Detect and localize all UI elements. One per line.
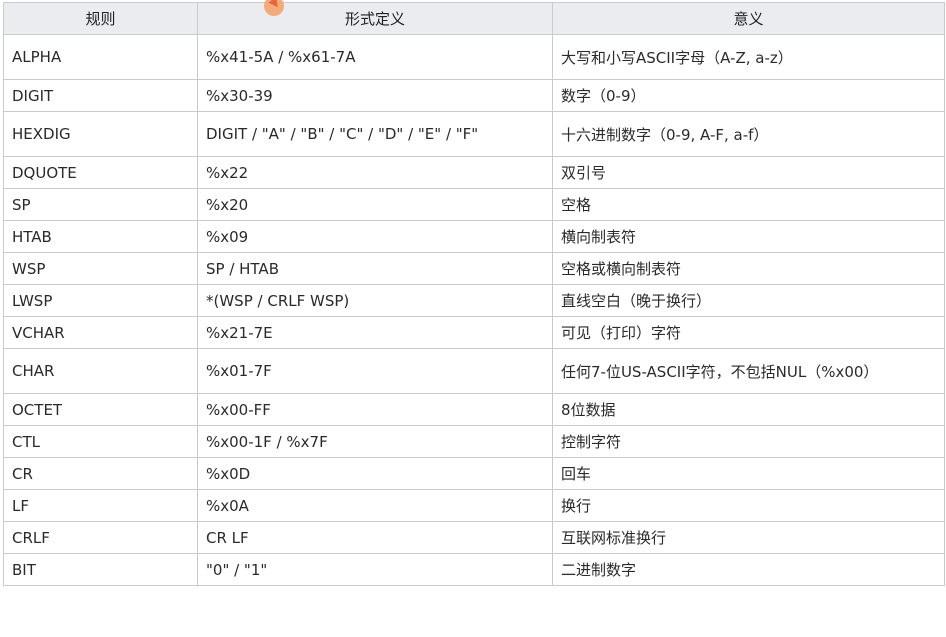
rule-cell: DQUOTE bbox=[3, 156, 198, 189]
table-row: SP %x20 空格 bbox=[3, 188, 945, 221]
definition-cell: %x0D bbox=[197, 457, 553, 490]
table-row: ALPHA %x41-5A / %x61-7A 大写和小写ASCII字母（A-Z… bbox=[3, 34, 945, 80]
definition-cell: %x00-FF bbox=[197, 393, 553, 426]
meaning-cell: 8位数据 bbox=[552, 393, 945, 426]
definition-cell: %x41-5A / %x61-7A bbox=[197, 34, 553, 80]
meaning-cell: 大写和小写ASCII字母（A-Z, a-z） bbox=[552, 34, 945, 80]
header-meaning: 意义 bbox=[552, 2, 945, 35]
meaning-cell: 横向制表符 bbox=[552, 220, 945, 253]
rule-cell: CTL bbox=[3, 425, 198, 458]
table-row: HTAB %x09 横向制表符 bbox=[3, 220, 945, 253]
definition-cell: DIGIT / "A" / "B" / "C" / "D" / "E" / "F… bbox=[197, 111, 553, 157]
meaning-cell: 任何7-位US-ASCII字符，不包括NUL（%x00） bbox=[552, 348, 945, 394]
definition-cell: CR LF bbox=[197, 521, 553, 554]
rule-cell: LWSP bbox=[3, 284, 198, 317]
rule-cell: BIT bbox=[3, 553, 198, 586]
table-row: VCHAR %x21-7E 可见（打印）字符 bbox=[3, 316, 945, 349]
definition-cell: %x00-1F / %x7F bbox=[197, 425, 553, 458]
table-row: WSP SP / HTAB 空格或横向制表符 bbox=[3, 252, 945, 285]
meaning-cell: 二进制数字 bbox=[552, 553, 945, 586]
rule-cell: SP bbox=[3, 188, 198, 221]
rule-cell: CHAR bbox=[3, 348, 198, 394]
table-row: CHAR %x01-7F 任何7-位US-ASCII字符，不包括NUL（%x00… bbox=[3, 348, 945, 394]
definition-cell: %x21-7E bbox=[197, 316, 553, 349]
table-row: HEXDIG DIGIT / "A" / "B" / "C" / "D" / "… bbox=[3, 111, 945, 157]
table-row: CTL %x00-1F / %x7F 控制字符 bbox=[3, 425, 945, 458]
meaning-cell: 可见（打印）字符 bbox=[552, 316, 945, 349]
definition-cell: SP / HTAB bbox=[197, 252, 553, 285]
rule-cell: HTAB bbox=[3, 220, 198, 253]
header-rule: 规则 bbox=[3, 2, 198, 35]
table-row: LF %x0A 换行 bbox=[3, 489, 945, 522]
rule-cell: VCHAR bbox=[3, 316, 198, 349]
definition-cell: %x22 bbox=[197, 156, 553, 189]
definition-cell: *(WSP / CRLF WSP) bbox=[197, 284, 553, 317]
table-row: DIGIT %x30-39 数字（0-9） bbox=[3, 79, 945, 112]
meaning-cell: 十六进制数字（0-9, A-F, a-f） bbox=[552, 111, 945, 157]
table-row: CRLF CR LF 互联网标准换行 bbox=[3, 521, 945, 554]
abnf-core-rules-table-container: 规则 形式定义 意义 ALPHA %x41-5A / %x61-7A 大写和小写… bbox=[0, 0, 946, 586]
meaning-cell: 双引号 bbox=[552, 156, 945, 189]
rule-cell: CRLF bbox=[3, 521, 198, 554]
definition-cell: %x20 bbox=[197, 188, 553, 221]
definition-cell: %x09 bbox=[197, 220, 553, 253]
rule-cell: OCTET bbox=[3, 393, 198, 426]
meaning-cell: 回车 bbox=[552, 457, 945, 490]
definition-cell: %x0A bbox=[197, 489, 553, 522]
rule-cell: LF bbox=[3, 489, 198, 522]
rule-cell: DIGIT bbox=[3, 79, 198, 112]
rule-cell: HEXDIG bbox=[3, 111, 198, 157]
definition-cell: %x01-7F bbox=[197, 348, 553, 394]
table-header-row: 规则 形式定义 意义 bbox=[3, 2, 945, 35]
abnf-core-rules-table: 规则 形式定义 意义 ALPHA %x41-5A / %x61-7A 大写和小写… bbox=[3, 2, 945, 586]
header-definition: 形式定义 bbox=[197, 2, 553, 35]
meaning-cell: 数字（0-9） bbox=[552, 79, 945, 112]
rule-cell: ALPHA bbox=[3, 34, 198, 80]
meaning-cell: 直线空白（晚于换行） bbox=[552, 284, 945, 317]
table-row: OCTET %x00-FF 8位数据 bbox=[3, 393, 945, 426]
rule-cell: CR bbox=[3, 457, 198, 490]
definition-cell: "0" / "1" bbox=[197, 553, 553, 586]
meaning-cell: 互联网标准换行 bbox=[552, 521, 945, 554]
meaning-cell: 空格 bbox=[552, 188, 945, 221]
definition-cell: %x30-39 bbox=[197, 79, 553, 112]
table-row: DQUOTE %x22 双引号 bbox=[3, 156, 945, 189]
cursor-arrow-icon bbox=[268, 0, 282, 11]
meaning-cell: 空格或横向制表符 bbox=[552, 252, 945, 285]
table-row: BIT "0" / "1" 二进制数字 bbox=[3, 553, 945, 586]
rule-cell: WSP bbox=[3, 252, 198, 285]
meaning-cell: 换行 bbox=[552, 489, 945, 522]
table-row: CR %x0D 回车 bbox=[3, 457, 945, 490]
meaning-cell: 控制字符 bbox=[552, 425, 945, 458]
table-row: LWSP *(WSP / CRLF WSP) 直线空白（晚于换行） bbox=[3, 284, 945, 317]
